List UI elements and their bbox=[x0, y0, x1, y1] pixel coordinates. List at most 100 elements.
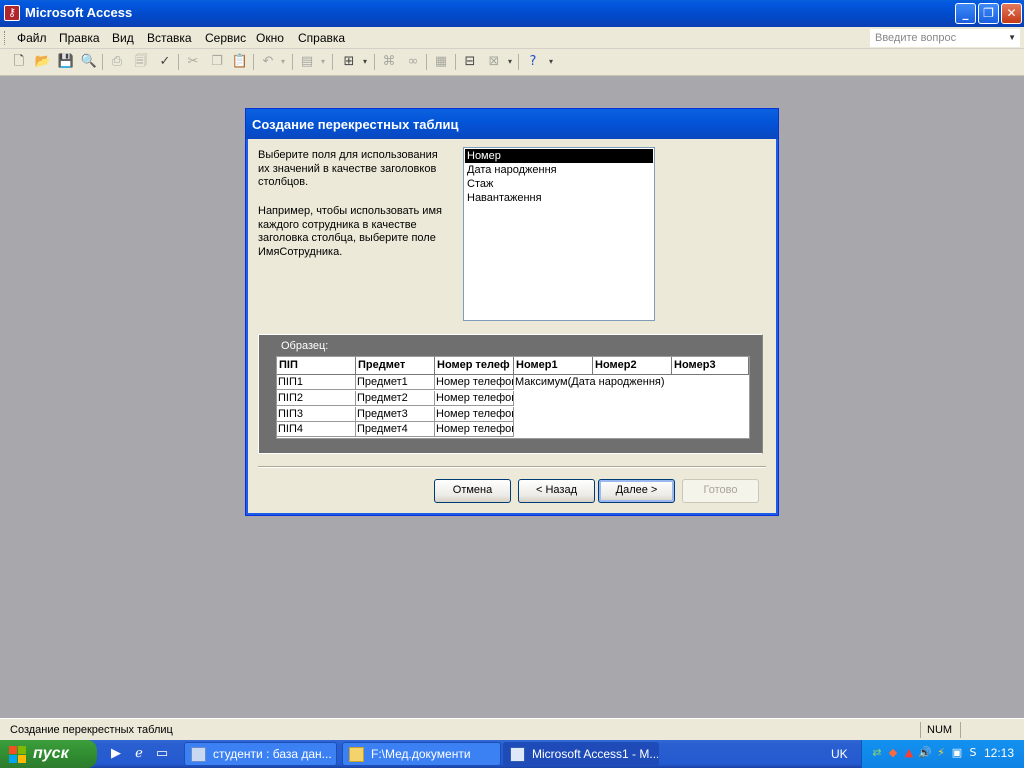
cancel-button[interactable]: Отмена bbox=[434, 479, 511, 503]
maximize-button[interactable]: ❐ bbox=[978, 3, 999, 24]
spelling-icon[interactable]: ✓ bbox=[156, 53, 174, 71]
next-button[interactable]: Далее > bbox=[598, 479, 675, 503]
sample-preview: Образец: ПІП Предмет Номер телеф Номер1 … bbox=[258, 334, 763, 454]
open-folder-icon[interactable]: 📂 bbox=[34, 53, 52, 71]
sample-label: Образец: bbox=[281, 340, 329, 352]
menu-window[interactable]: Окно bbox=[256, 31, 284, 45]
toolbar: 🗋 📂 💾 🔍 ⎙ 🗐 ✓ ✂ ❐ 📋 ↶ ▾ ▤ ▾ ⊞ ▾ ⌘ ∞ ▦ ⊟ … bbox=[0, 49, 1024, 76]
copy-icon[interactable]: ❐ bbox=[208, 53, 226, 71]
new-object-icon[interactable]: ⊠ bbox=[485, 53, 503, 71]
table-cell: Номер телефон bbox=[435, 391, 514, 406]
language-indicator[interactable]: UK bbox=[831, 747, 848, 761]
power-icon[interactable]: ⚡ bbox=[934, 746, 948, 760]
system-tray: ⇄ ◆ ▲ 🔊 ⚡ ▣ S 12:13 bbox=[861, 740, 1024, 768]
word-document-icon bbox=[510, 747, 525, 762]
security-alert-icon[interactable]: ▲ bbox=[902, 746, 916, 760]
chevron-down-icon[interactable]: ▼ bbox=[1008, 33, 1016, 42]
table-cell: ПІП1 bbox=[277, 375, 356, 390]
cut-icon[interactable]: ✂ bbox=[184, 53, 202, 71]
table-cell: Предмет1 bbox=[356, 375, 435, 390]
access-app-icon[interactable]: ⚷ bbox=[4, 5, 20, 21]
volume-icon[interactable]: 🔊 bbox=[918, 746, 932, 760]
print-icon[interactable]: ⎙ bbox=[108, 53, 126, 71]
analyze-icon[interactable]: ⊞ bbox=[340, 53, 358, 71]
menu-view[interactable]: Вид bbox=[112, 31, 134, 45]
crosstab-wizard-dialog: Создание перекрестных таблиц Выберите по… bbox=[245, 108, 779, 516]
office-links-icon[interactable]: ▤ bbox=[298, 53, 316, 71]
windows-flag-icon bbox=[9, 746, 26, 763]
network-icon[interactable]: ⇄ bbox=[870, 746, 884, 760]
ask-question-box[interactable]: Введите вопрос ▼ bbox=[870, 29, 1020, 47]
table-cell: ПІП3 bbox=[277, 407, 356, 422]
instruction-line: Выберите поля для использования bbox=[258, 149, 438, 161]
finish-button[interactable]: Готово bbox=[682, 479, 759, 503]
table-cell: ПІП4 bbox=[277, 422, 356, 437]
menu-grip[interactable] bbox=[4, 31, 7, 45]
dialog-body: Выберите поля для использования их значе… bbox=[249, 139, 775, 513]
sample-header-pib: ПІП bbox=[277, 357, 356, 375]
table-cell: Номер телефон bbox=[435, 407, 514, 422]
table-cell: Предмет3 bbox=[356, 407, 435, 422]
menu-bar: Файл Правка Вид Вставка Сервис Окно Спра… bbox=[0, 27, 1024, 49]
display-icon[interactable]: ▣ bbox=[950, 746, 964, 760]
antivirus-icon[interactable]: ◆ bbox=[886, 746, 900, 760]
field-item-number[interactable]: Номер bbox=[465, 149, 653, 163]
menu-edit[interactable]: Правка bbox=[59, 31, 100, 45]
taskbar-item-access[interactable]: Microsoft Access1 - М... bbox=[503, 742, 659, 766]
example-line: ИмяСотрудника. bbox=[258, 245, 343, 258]
title-bar[interactable]: ⚷ Microsoft Access _ ❐ ✕ bbox=[0, 0, 1024, 27]
skype-icon[interactable]: S bbox=[966, 746, 980, 760]
office-links-dropdown-icon[interactable]: ▾ bbox=[318, 53, 328, 71]
show-desktop-icon[interactable]: ▭ bbox=[154, 746, 170, 762]
instruction-text: Выберите поля для использования их значе… bbox=[258, 149, 453, 190]
new-object-dropdown-icon[interactable]: ▾ bbox=[505, 53, 515, 71]
access-db-icon bbox=[191, 747, 206, 762]
table-cell: Предмет4 bbox=[356, 422, 435, 437]
relationships-icon[interactable]: ∞ bbox=[404, 53, 422, 71]
minimize-button[interactable]: _ bbox=[955, 3, 976, 24]
back-button[interactable]: < Назад bbox=[518, 479, 595, 503]
menu-insert[interactable]: Вставка bbox=[147, 31, 192, 45]
relationships-window-icon[interactable]: ⊟ bbox=[461, 53, 479, 71]
new-document-icon[interactable]: 🗋 bbox=[10, 53, 28, 71]
menu-tools[interactable]: Сервис bbox=[205, 31, 246, 45]
clock[interactable]: 12:13 bbox=[984, 746, 1014, 760]
file-search-icon[interactable]: 🔍 bbox=[80, 53, 98, 71]
undo-dropdown-icon[interactable]: ▾ bbox=[278, 53, 288, 71]
field-item-birthdate[interactable]: Дата народження bbox=[465, 163, 653, 177]
media-player-icon[interactable]: ▶ bbox=[108, 746, 124, 762]
properties-icon[interactable]: ▦ bbox=[432, 53, 450, 71]
sample-header-number1: Номер1 bbox=[514, 357, 593, 375]
table-cell: Номер телефон bbox=[435, 375, 514, 390]
window-title: Microsoft Access bbox=[25, 5, 133, 20]
menu-help[interactable]: Справка bbox=[298, 31, 345, 45]
example-line: Например, чтобы использовать имя bbox=[258, 205, 442, 217]
taskbar-item-students-db[interactable]: студенти : база дан... bbox=[184, 742, 337, 766]
sample-header-phone: Номер телеф bbox=[435, 357, 514, 375]
table-cell: ПІП2 bbox=[277, 391, 356, 406]
field-item-workload[interactable]: Навантаження bbox=[465, 191, 653, 205]
analyze-dropdown-icon[interactable]: ▾ bbox=[360, 53, 370, 71]
example-line: каждого сотрудника в качестве bbox=[258, 218, 417, 231]
taskbar-item-folder[interactable]: F:\Мед.документи bbox=[342, 742, 501, 766]
field-item-experience[interactable]: Стаж bbox=[465, 177, 653, 191]
sample-grid: ПІП Предмет Номер телеф Номер1 Номер2 Но… bbox=[276, 356, 750, 439]
taskbar-item-label: F:\Мед.документи bbox=[371, 747, 471, 761]
toolbar-options-icon[interactable]: ▾ bbox=[546, 53, 556, 71]
undo-icon[interactable]: ↶ bbox=[259, 53, 277, 71]
save-icon[interactable]: 💾 bbox=[57, 53, 75, 71]
internet-explorer-icon[interactable]: ℯ bbox=[131, 746, 147, 762]
ask-question-placeholder: Введите вопрос bbox=[875, 32, 957, 44]
close-button[interactable]: ✕ bbox=[1001, 3, 1022, 24]
help-icon[interactable]: ? bbox=[524, 53, 542, 71]
paste-icon[interactable]: 📋 bbox=[231, 53, 249, 71]
code-icon[interactable]: ⌘ bbox=[380, 53, 398, 71]
menu-file[interactable]: Файл bbox=[17, 31, 47, 45]
taskbar: пуск ▶ ℯ ▭ студенти : база дан... F:\Мед… bbox=[0, 740, 1024, 768]
status-bar: Создание перекрестных таблиц NUM bbox=[0, 718, 1024, 740]
taskbar-item-label: Microsoft Access1 - М... bbox=[532, 747, 659, 761]
fields-listbox[interactable]: Номер Дата народження Стаж Навантаження bbox=[463, 147, 655, 321]
sample-header-number3: Номер3 bbox=[672, 357, 749, 375]
start-button[interactable]: пуск bbox=[0, 740, 97, 768]
print-preview-icon[interactable]: 🗐 bbox=[132, 53, 150, 71]
